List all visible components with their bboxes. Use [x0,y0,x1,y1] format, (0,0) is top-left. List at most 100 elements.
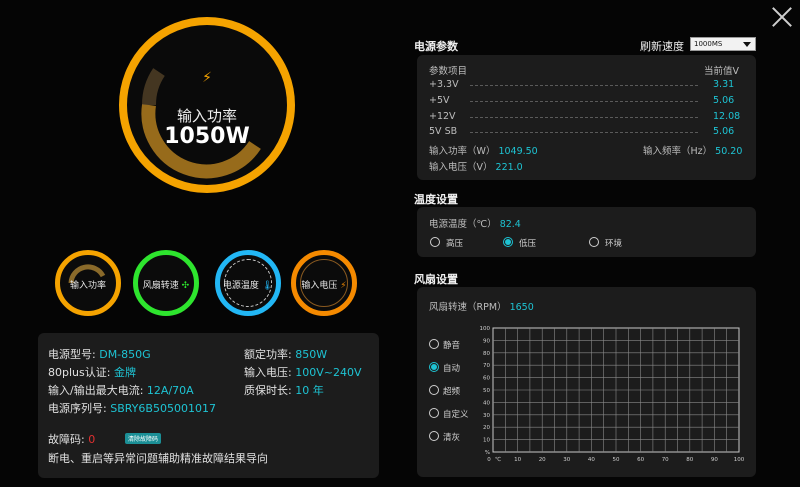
fan-speed-value: 1650 [509,302,534,313]
temp-option-high-radio[interactable] [430,237,440,247]
param-name-5v: +5V [429,95,450,106]
param-name-3v3: +3.3V [429,79,459,90]
y-tick-label: 80 [483,351,490,357]
fault-code-label: 故障码: [48,433,85,446]
fan-mode-overclock-label: 超频 [443,387,461,397]
input-power-value: 1049.50 [498,146,538,157]
temp-option-ambient-label: 环境 [605,239,623,249]
param-name-5vsb: 5V SB [429,126,458,137]
voltage-label: 输入电压: [244,366,292,379]
param-value-5v: 5.06 [713,95,735,106]
fault-code-value: 0 [88,433,96,446]
temp-option-ambient-radio[interactable] [589,237,599,247]
serial-label: 电源序列号: [48,402,107,415]
power-params-title: 电源参数 [414,40,458,53]
fan-curve-x-ticks: 0 ℃ 10 20 30 40 50 60 70 80 90 100 [487,456,744,463]
fan-mode-silent-radio[interactable] [429,339,439,349]
input-power-label: 输入功率（W） [429,146,496,157]
fan-mode-silent-label: 静音 [443,341,461,351]
fan-curve-chart[interactable]: 100 90 80 70 60 50 40 30 20 10% 0 ℃ 10 20 30 40 50 60 70 8… [470,322,750,466]
param-value-12v: 12.08 [713,111,741,122]
gauge-input-voltage-label: 输入电压 [301,281,338,291]
col-value-header: 当前值V [704,66,739,77]
psu-temp-value: 82.4 [499,219,521,230]
serial-value: SBRY6B505001017 [110,402,216,415]
y-tick-label: 20 [483,425,490,431]
x-tick-label: 20 [539,457,546,463]
x-tick-label: ℃ [495,456,501,463]
input-voltage-value: 221.0 [495,162,523,173]
y-tick-label: 40 [483,400,490,406]
temp-option-low-radio[interactable] [503,237,513,247]
row-divider [470,117,698,118]
y-tick-label: 60 [483,376,490,382]
cert-value: 金牌 [113,366,136,379]
thermometer-icon: 🌡 [261,281,274,291]
rated-label: 额定功率: [244,348,292,361]
warranty-label: 质保时长: [244,384,292,397]
y-tick-label: 100 [480,326,491,332]
fan-mode-custom-label: 自定义 [443,410,469,420]
main-gauge-value: 1050W [164,124,250,149]
row-divider [470,132,698,133]
temp-settings-panel [417,207,756,257]
temp-option-high-label: 高压 [446,239,464,249]
clear-fault-button[interactable]: 清除故障码 [125,433,162,444]
param-value-3v3: 3.31 [713,79,735,90]
x-tick-label: 60 [637,457,644,463]
x-tick-label: 0 [487,457,491,463]
temp-settings-title: 温度设置 [414,193,458,206]
fan-curve-grid [492,327,740,453]
gauge-input-power-label: 输入功率 [69,281,106,291]
row-divider [470,101,698,102]
input-freq-label: 输入频率（Hz） [643,146,713,157]
y-tick-label: 70 [483,363,490,369]
input-voltage-label: 输入电压（V） [429,162,493,173]
close-icon[interactable] [771,6,793,28]
col-item-header: 参数项目 [429,66,468,77]
fan-mode-auto-radio[interactable] [429,362,439,372]
param-value-5vsb: 5.06 [713,126,735,137]
fan-speed-label: 风扇转速（RPM） [429,302,507,313]
row-divider [470,85,698,86]
y-tick-label: 10 [483,438,490,444]
x-tick-label: 100 [734,457,745,463]
bolt-icon: ⚡ [340,281,347,291]
cert-label: 80plus认证: [48,366,111,379]
fan-mode-custom-radio[interactable] [429,408,439,418]
temp-option-low-label: 低压 [519,239,537,249]
x-tick-label: 30 [563,457,570,463]
param-name-12v: +12V [429,111,456,122]
fan-settings-title: 风扇设置 [414,273,458,286]
fan-mode-dust-label: 清灰 [443,433,461,443]
x-tick-label: 50 [613,457,620,463]
refresh-speed-value: 1000MS [694,40,723,48]
max-current-value: 12A/70A [146,384,194,397]
rated-value: 850W [295,348,328,361]
input-freq-value: 50.20 [715,146,743,157]
fan-mode-overclock-radio[interactable] [429,385,439,395]
warranty-value: 10 年 [295,384,324,397]
y-tick-label: % [485,450,490,456]
refresh-speed-select[interactable]: 1000MS [690,37,756,51]
bolt-icon: ⚡ [202,70,212,86]
model-label: 电源型号: [48,348,96,361]
voltage-value: 100V~240V [295,366,362,379]
x-tick-label: 80 [686,457,693,463]
y-tick-label: 90 [483,338,490,344]
fan-icon: ✣ [181,281,190,291]
x-tick-label: 70 [662,457,669,463]
x-tick-label: 90 [711,457,718,463]
psu-temp-label: 电源温度（℃） [429,219,497,230]
model-value: DM-850G [99,348,151,361]
y-tick-label: 30 [483,413,490,419]
fan-mode-dust-radio[interactable] [429,431,439,441]
fan-mode-auto-label: 自动 [443,364,461,374]
x-tick-label: 40 [588,457,595,463]
refresh-speed-label: 刷新速度 [640,40,684,53]
x-tick-label: 10 [514,457,521,463]
max-current-label: 输入/输出最大电流: [48,384,144,397]
fan-curve-y-ticks: 100 90 80 70 60 50 40 30 20 10% [480,326,491,456]
main-gauge-label: 输入功率 [176,107,237,125]
gauge-fan-speed-label: 风扇转速 [142,281,179,291]
